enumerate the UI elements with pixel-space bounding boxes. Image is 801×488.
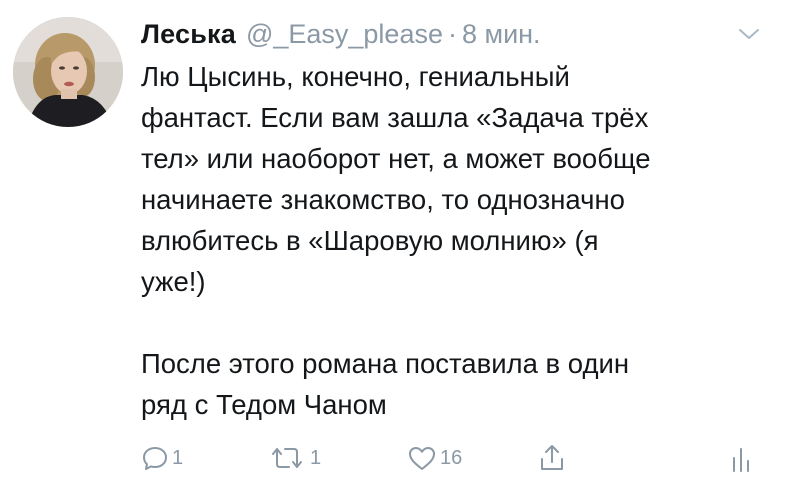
avatar[interactable] [13,17,123,127]
retweet-icon [267,444,307,472]
reply-icon [141,444,169,472]
tweet-header: Леська @_Easy_please · 8 мин. [141,17,541,51]
tweet: Леська @_Easy_please · 8 мин. Лю Цысинь,… [0,0,801,488]
share-button[interactable] [537,440,567,476]
share-icon [537,442,567,474]
retweet-count: 1 [310,446,322,469]
author-name[interactable]: Леська [141,17,236,51]
reply-count: 1 [172,446,184,469]
tweet-text: Лю Цысинь, конечно, гениальный фантаст. … [141,61,651,420]
heart-icon [407,444,437,472]
like-button[interactable]: 16 [407,440,462,476]
analytics-icon [729,442,753,474]
reply-button[interactable]: 1 [141,440,183,476]
timestamp[interactable]: 8 мин. [462,17,541,51]
like-count: 16 [440,446,463,469]
separator: · [447,19,457,49]
analytics-button[interactable] [729,440,753,476]
chevron-down-icon[interactable] [734,24,764,44]
action-bar: 1 1 16 [141,440,761,476]
author-handle[interactable]: @_Easy_please [246,17,443,51]
retweet-button[interactable]: 1 [267,440,321,476]
